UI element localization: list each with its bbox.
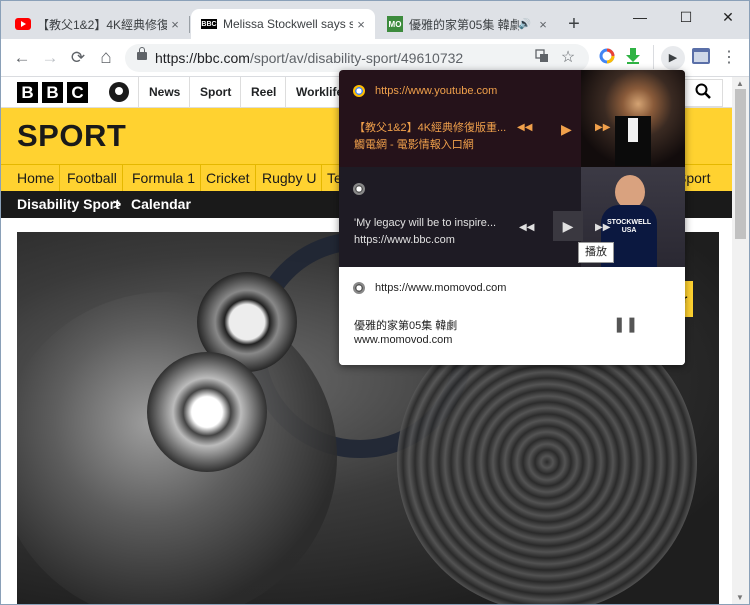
- hero-shape: [147, 352, 267, 472]
- new-tab-button[interactable]: +: [563, 13, 585, 35]
- nav-news[interactable]: News: [138, 77, 190, 107]
- play-button[interactable]: ▶: [561, 121, 572, 138]
- scroll-down-arrow[interactable]: ▼: [736, 593, 744, 602]
- bbc-logo-b2[interactable]: B: [42, 82, 63, 103]
- media-subtitle: 觸電網 - 電影情報入口網: [354, 139, 474, 151]
- tab-separator: [189, 16, 190, 33]
- bookmark-star-icon[interactable]: ☆: [559, 49, 577, 67]
- media-thumbnail-head: [615, 175, 645, 209]
- profile-icon[interactable]: [691, 48, 711, 68]
- breadcrumb-section[interactable]: Disability Sport: [17, 196, 120, 212]
- sport-title[interactable]: SPORT: [17, 118, 126, 154]
- media-thumbnail: [581, 70, 685, 167]
- media-subtitle: https://www.bbc.com: [354, 234, 455, 246]
- media-subtitle: www.momovod.com: [354, 334, 453, 346]
- next-track-button[interactable]: ▶▶: [595, 222, 610, 233]
- bbc-logo-b1[interactable]: B: [17, 82, 38, 103]
- bbc-icon: BBC: [201, 19, 217, 29]
- pause-button[interactable]: ❚❚: [613, 315, 638, 333]
- nav-reel[interactable]: Reel: [240, 77, 286, 107]
- media-controls-popup: https://www.youtube.com 【教父1&2】4K經典修復版重.…: [339, 70, 685, 365]
- previous-track-button[interactable]: ◀◀: [519, 222, 534, 233]
- nav-sport[interactable]: Sport: [189, 77, 241, 107]
- media-site: https://www.momovod.com: [375, 282, 507, 294]
- media-card-momovod[interactable]: https://www.momovod.com 優雅的家第05集 韓劇 www.…: [339, 267, 685, 365]
- home-button[interactable]: ⌂: [95, 47, 117, 69]
- lock-icon: [137, 47, 147, 60]
- tab-title: 【教父1&2】4K經典修復版重: [37, 17, 167, 32]
- toolbar-divider: [653, 45, 654, 69]
- forward-button[interactable]: →: [39, 47, 61, 69]
- speaker-icon[interactable]: 🔊: [519, 19, 531, 30]
- browser-window: 【教父1&2】4K經典修復版重 × BBC Melissa Stockwell …: [0, 0, 750, 605]
- media-controls-button[interactable]: ▶: [661, 46, 685, 70]
- sport-nav-formula1[interactable]: Formula 1: [127, 165, 202, 192]
- url-text: https://bbc.com/sport/av/disability-spor…: [155, 50, 463, 66]
- menu-kebab-icon[interactable]: ⋮: [719, 48, 739, 68]
- tab-momovod[interactable]: MO 優雅的家第05集 韓劇 線 🔊 ×: [377, 9, 557, 39]
- breadcrumb-page[interactable]: Calendar: [131, 196, 191, 212]
- reload-button[interactable]: ⟳: [67, 47, 89, 69]
- chrome-icon: [353, 282, 365, 294]
- scrollbar[interactable]: ▲ ▼: [732, 77, 749, 604]
- extension-icon[interactable]: [597, 48, 617, 68]
- youtube-icon: [15, 16, 31, 32]
- tab-title: Melissa Stockwell says she: [223, 17, 353, 31]
- account-icon[interactable]: [109, 82, 129, 102]
- close-tab-icon[interactable]: ×: [167, 17, 183, 32]
- bbc-logo-c[interactable]: C: [67, 82, 88, 103]
- scrollbar-thumb[interactable]: [735, 89, 746, 239]
- close-window-button[interactable]: ✕: [713, 7, 743, 27]
- media-thumbnail-jersey: STOCKWELL USA: [607, 219, 652, 234]
- chrome-icon: [353, 183, 365, 195]
- previous-track-button[interactable]: ◀◀: [517, 122, 532, 133]
- sport-nav-rugby[interactable]: Rugby U: [257, 165, 323, 192]
- close-tab-icon[interactable]: ×: [535, 17, 551, 32]
- back-button[interactable]: ←: [11, 47, 33, 69]
- play-button[interactable]: ▶: [553, 211, 583, 241]
- address-bar[interactable]: https://bbc.com/sport/av/disability-spor…: [125, 44, 589, 72]
- close-tab-icon[interactable]: ×: [353, 17, 369, 32]
- media-card-youtube[interactable]: https://www.youtube.com 【教父1&2】4K經典修復版重.…: [339, 70, 685, 167]
- media-card-bbc[interactable]: STOCKWELL USA 'My legacy will be to inspi…: [339, 167, 685, 267]
- sport-nav-cricket[interactable]: Cricket: [201, 165, 256, 192]
- chrome-icon: [353, 85, 365, 97]
- media-site: https://www.youtube.com: [375, 85, 498, 97]
- translate-icon[interactable]: [533, 49, 551, 67]
- sport-nav-home[interactable]: Home: [12, 165, 61, 192]
- url-path: /sport/av/disability-sport/49610732: [249, 50, 464, 66]
- maximize-button[interactable]: ☐: [671, 7, 701, 27]
- tab-youtube[interactable]: 【教父1&2】4K經典修復版重 ×: [5, 9, 189, 39]
- media-title: 【教父1&2】4K經典修復版重...: [354, 122, 507, 134]
- chevron-right-icon: >: [113, 196, 122, 212]
- momovod-icon: MO: [387, 16, 403, 32]
- next-track-button[interactable]: ▶▶: [595, 122, 610, 133]
- tab-bbc[interactable]: BBC Melissa Stockwell says she ×: [191, 9, 375, 39]
- tab-title: 優雅的家第05集 韓劇 線: [409, 17, 519, 32]
- search-icon[interactable]: [683, 79, 723, 107]
- sport-nav-football[interactable]: Football: [62, 165, 123, 192]
- download-icon[interactable]: [623, 48, 643, 68]
- play-tooltip: 播放: [578, 242, 614, 263]
- scroll-up-arrow[interactable]: ▲: [736, 79, 744, 88]
- media-thumbnail-shirt: [628, 118, 638, 142]
- minimize-button[interactable]: —: [625, 7, 655, 27]
- media-title: 優雅的家第05集 韓劇: [354, 320, 458, 332]
- url-host: https://bbc.com: [155, 50, 250, 66]
- tab-strip: 【教父1&2】4K經典修復版重 × BBC Melissa Stockwell …: [1, 1, 749, 39]
- media-title: 'My legacy will be to inspire...: [354, 217, 497, 229]
